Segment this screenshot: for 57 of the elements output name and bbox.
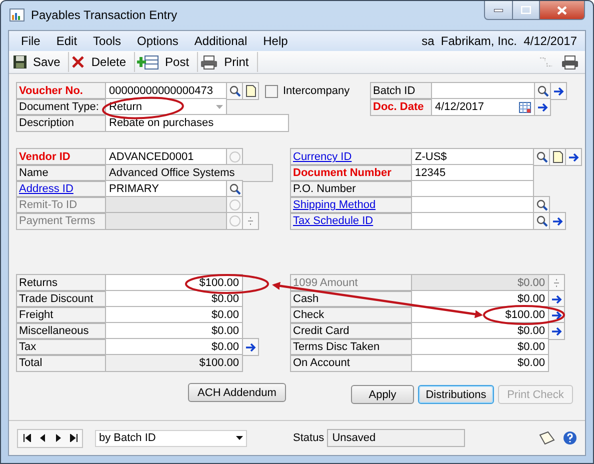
field-value: $100.00 xyxy=(505,309,545,321)
field-value: $0.00 xyxy=(517,341,545,353)
field-value: $0.00 xyxy=(517,277,545,289)
action-button[interactable]: Apply xyxy=(351,385,414,404)
field-value: Rebate on purchases xyxy=(109,117,214,129)
field-label: Total xyxy=(16,354,106,372)
field-value: $100.00 xyxy=(199,277,239,289)
field-value: 12345 xyxy=(415,167,446,179)
field-value: $0.00 xyxy=(517,325,545,337)
input-field[interactable]: $100.00 xyxy=(105,354,243,372)
field-value: $100.00 xyxy=(199,357,239,369)
action-button[interactable]: Distributions xyxy=(418,385,494,404)
input-field[interactable]: 4/12/2017 xyxy=(431,98,535,116)
field-value: Advanced Office Systems xyxy=(109,167,235,179)
ach-addendum-button[interactable]: ACH Addendum xyxy=(188,383,286,402)
input-field[interactable]: Rebate on purchases xyxy=(105,114,289,132)
menu-item[interactable]: Edit xyxy=(48,34,86,48)
session-info: sa Fabrikam, Inc. 4/12/2017 xyxy=(422,34,578,48)
toolbar-button[interactable]: Post xyxy=(135,52,198,72)
menu-item[interactable]: Tools xyxy=(85,34,130,48)
menu-item[interactable]: File xyxy=(13,34,48,48)
field-value: $0.00 xyxy=(211,293,239,305)
field-link[interactable]: Currency ID xyxy=(290,148,412,166)
menu-item[interactable]: Help xyxy=(255,34,296,48)
window-title: Payables Transaction Entry xyxy=(31,8,178,22)
field-value: $0.00 xyxy=(517,293,545,305)
field-value: Z-US$ xyxy=(415,151,447,163)
menu-item[interactable]: Additional xyxy=(186,34,256,48)
toolbar-button[interactable]: Save xyxy=(11,52,70,72)
checkbox-label: Intercompany xyxy=(283,85,350,97)
field-value: ADVANCED0001 xyxy=(109,151,194,163)
field-value: PRIMARY xyxy=(109,183,159,195)
field-label: Terms Disc Taken xyxy=(290,338,412,356)
field-link[interactable]: Tax Schedule ID xyxy=(290,212,412,230)
field-value: $0.00 xyxy=(211,341,239,353)
field-label: On Account xyxy=(290,354,412,372)
field-label: P.O. Number xyxy=(290,180,412,198)
field-value: $0.00 xyxy=(517,357,545,369)
field-value: 00000000000000473 xyxy=(109,85,214,97)
field-label: Check xyxy=(290,306,412,324)
sort-dropdown[interactable]: by Batch ID xyxy=(95,430,247,446)
menu-item[interactable]: Options xyxy=(129,34,186,48)
toolbar-button[interactable]: Print xyxy=(198,52,258,72)
field-label: Document Number xyxy=(290,164,412,182)
toolbar-button[interactable]: Delete xyxy=(69,52,136,72)
input-field[interactable]: Advanced Office Systems xyxy=(105,164,273,182)
field-link[interactable]: Shipping Method xyxy=(290,196,412,214)
field-value: Return xyxy=(109,101,142,113)
status-label: Status xyxy=(293,432,324,444)
field-label: Payment Terms xyxy=(16,212,106,230)
input-field[interactable]: $0.00 xyxy=(411,354,549,372)
field-value: $0.00 xyxy=(211,309,239,321)
field-value: 4/12/2017 xyxy=(435,101,484,113)
field-value: $0.00 xyxy=(211,325,239,337)
field-label: Description xyxy=(16,114,106,132)
status-field: Unsaved xyxy=(327,429,466,447)
field-label: Credit Card xyxy=(290,322,412,340)
